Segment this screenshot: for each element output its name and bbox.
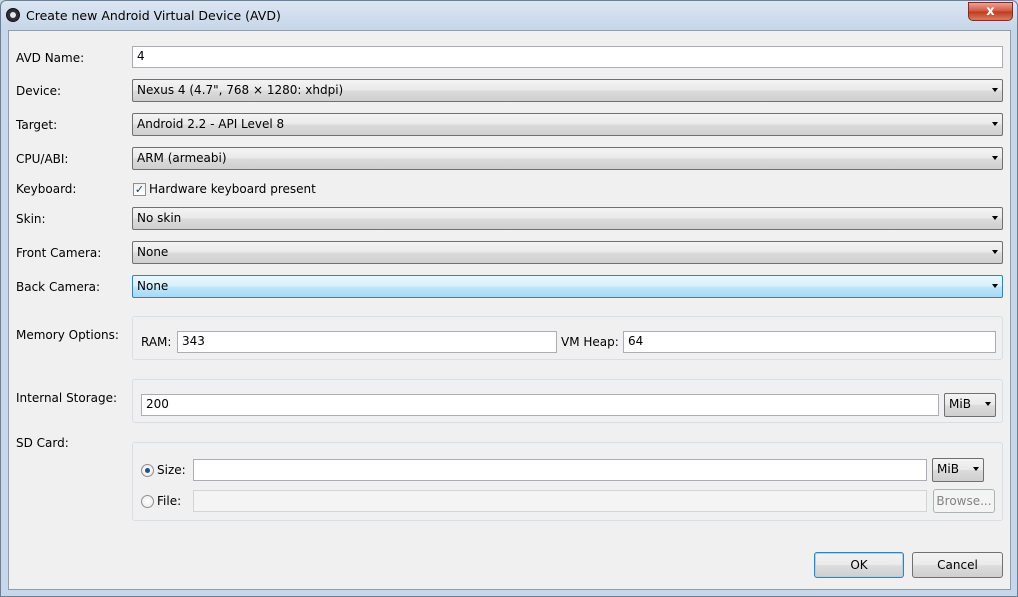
target-select-value: Android 2.2 - API Level 8 [137,117,285,131]
eclipse-app-icon [6,8,20,22]
chevron-down-icon [985,402,991,406]
title-bar[interactable]: Create new Android Virtual Device (AVD) … [1,1,1017,29]
sd-file-radio[interactable] [141,495,154,508]
sd-size-radio[interactable] [141,464,154,477]
vm-heap-label: VM Heap: [561,335,619,349]
sd-card-label: SD Card: [16,436,69,450]
device-select-value: Nexus 4 (4.7", 768 × 1280: xhdpi) [137,83,344,97]
front-camera-label: Front Camera: [16,246,102,260]
keyboard-label: Keyboard: [16,182,77,196]
device-select[interactable]: Nexus 4 (4.7", 768 × 1280: xhdpi) [132,79,1003,102]
internal-storage-group: 200 MiB [132,379,1003,423]
back-camera-label: Back Camera: [16,280,101,294]
avd-name-input[interactable]: 4 [132,46,1003,68]
internal-storage-input[interactable]: 200 [141,394,939,416]
internal-storage-unit-select[interactable]: MiB [944,393,996,417]
window-title: Create new Android Virtual Device (AVD) [26,8,281,23]
vm-heap-input[interactable]: 64 [623,331,996,353]
skin-select-value: No skin [137,211,182,225]
chevron-down-icon [992,250,998,254]
cpu-abi-select[interactable]: ARM (armeabi) [132,147,1003,170]
sd-size-unit-value: MiB [937,462,959,476]
sd-size-input[interactable] [193,459,927,481]
memory-options-group: RAM: 343 VM Heap: 64 [132,316,1003,360]
cpu-abi-select-value: ARM (armeabi) [137,151,227,165]
cancel-button[interactable]: Cancel [912,552,1003,578]
ok-button[interactable]: OK [814,552,904,578]
device-label: Device: [16,84,62,98]
dialog-window: Create new Android Virtual Device (AVD) … [0,0,1018,597]
front-camera-select[interactable]: None [132,241,1003,264]
skin-select[interactable]: No skin [132,207,1003,230]
chevron-down-icon [973,467,979,471]
browse-button: Browse... [933,489,995,513]
cpu-abi-label: CPU/ABI: [16,152,69,166]
chevron-down-icon [992,216,998,220]
sd-size-unit-select[interactable]: MiB [932,458,984,482]
internal-storage-unit-value: MiB [949,397,971,411]
chevron-down-icon [992,284,998,288]
sd-file-input [193,490,927,512]
chevron-down-icon [992,88,998,92]
skin-label: Skin: [16,212,46,226]
avd-name-label: AVD Name: [16,51,85,65]
front-camera-select-value: None [137,245,169,259]
sd-file-label[interactable]: File: [157,494,181,508]
back-camera-select[interactable]: None [132,275,1003,298]
memory-options-label: Memory Options: [16,328,119,342]
internal-storage-label: Internal Storage: [16,391,118,405]
back-camera-select-value: None [137,279,169,293]
target-label: Target: [16,118,58,132]
hardware-keyboard-label[interactable]: Hardware keyboard present [149,182,316,196]
ram-input[interactable]: 343 [177,331,557,353]
sd-card-group: Size: MiB File: Browse... [132,442,1003,521]
chevron-down-icon [992,156,998,160]
close-button[interactable]: x [968,2,1013,21]
ram-label: RAM: [141,335,172,349]
chevron-down-icon [992,122,998,126]
target-select[interactable]: Android 2.2 - API Level 8 [132,113,1003,136]
dialog-body: AVD Name: 4 Device: Nexus 4 (4.7", 768 ×… [8,30,1011,590]
sd-size-label[interactable]: Size: [157,463,186,477]
hardware-keyboard-checkbox[interactable]: ✓ [133,183,146,196]
